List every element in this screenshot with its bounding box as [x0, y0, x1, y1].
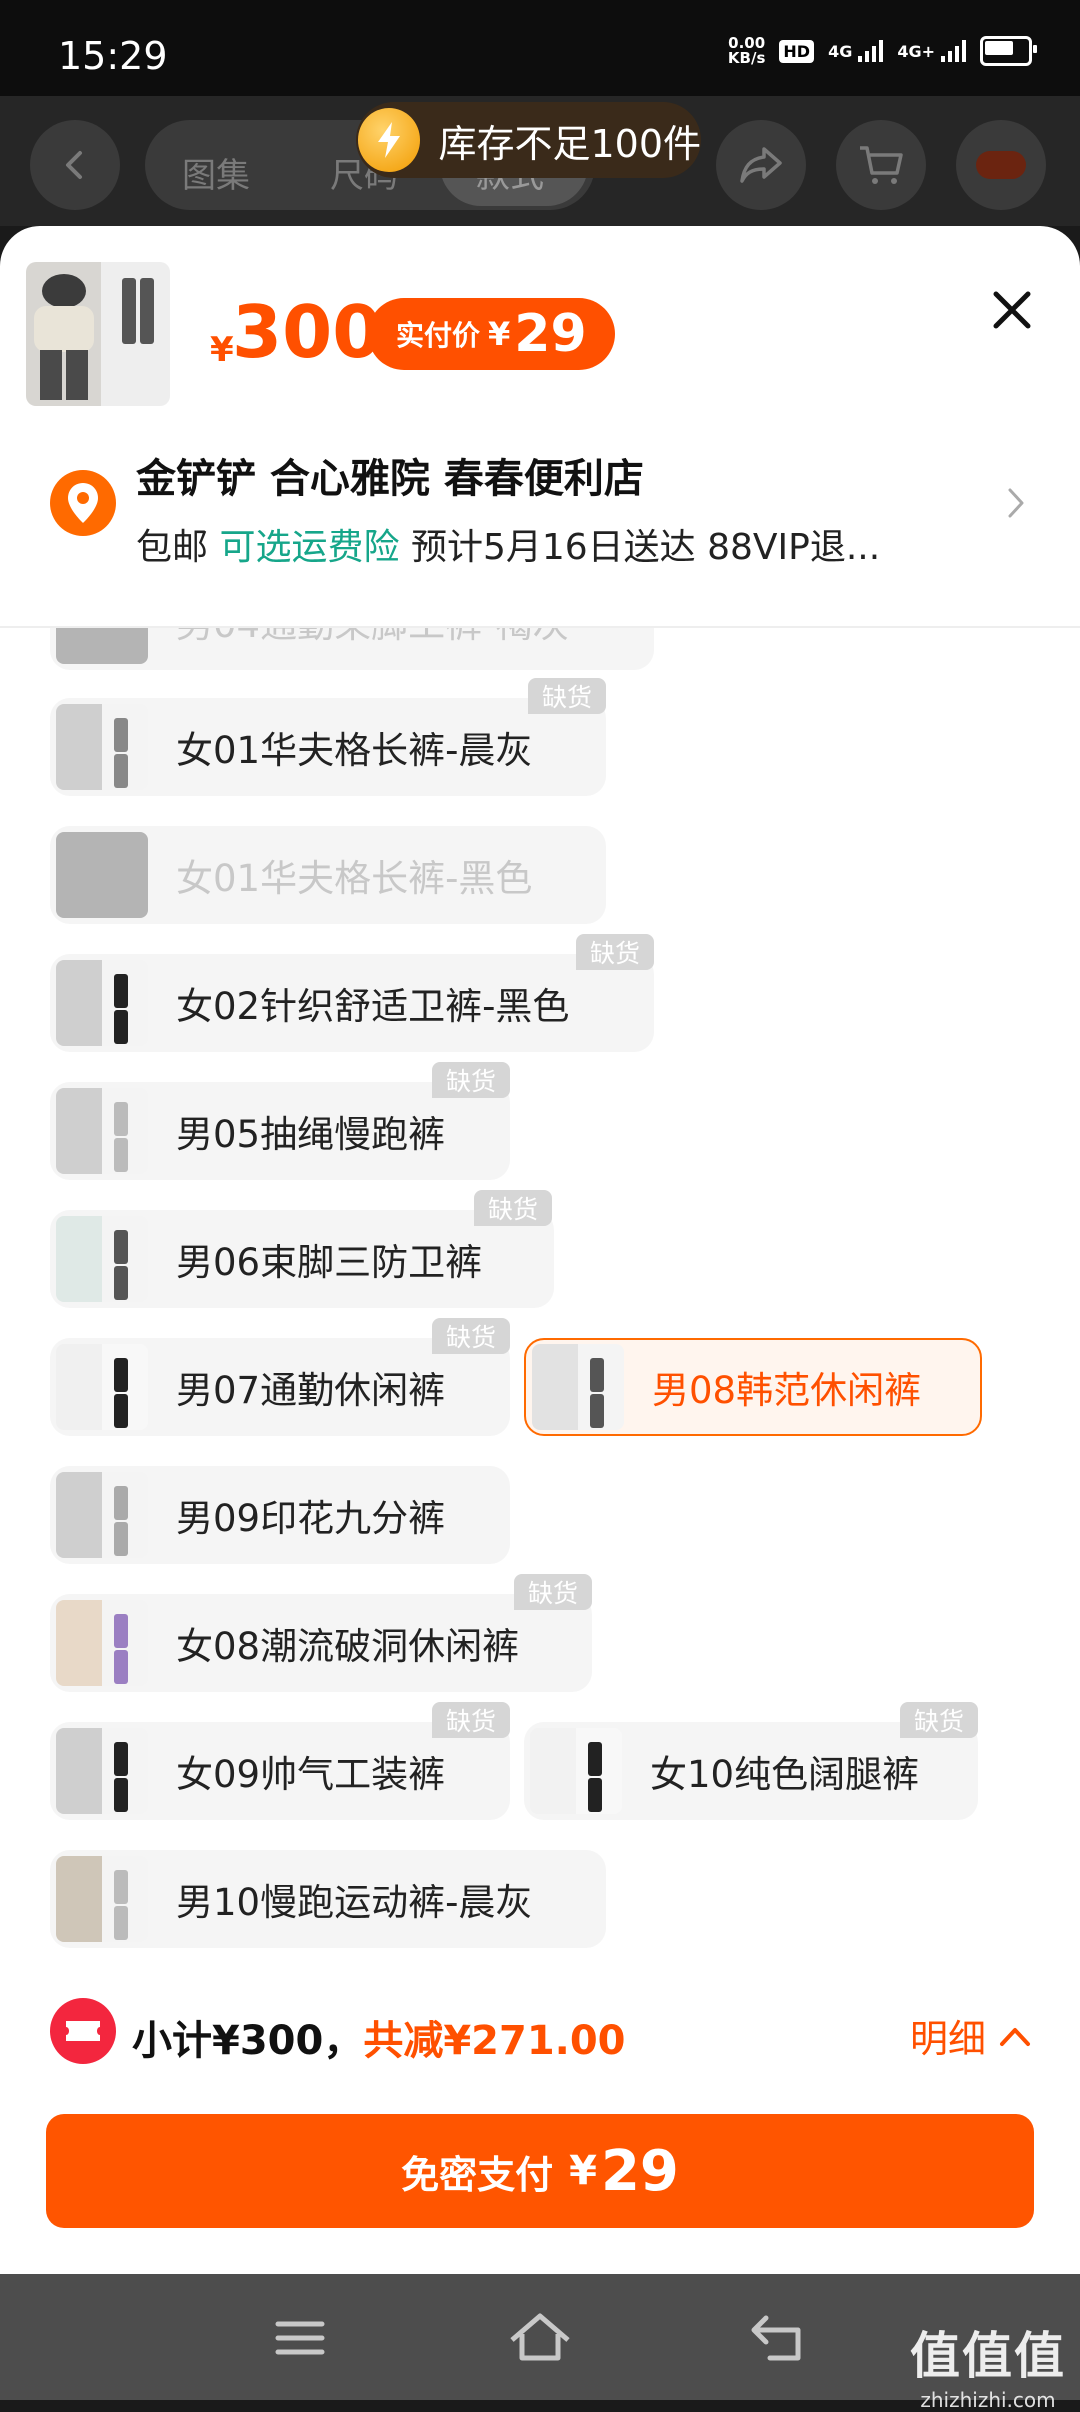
variant-thumbnail — [56, 832, 148, 918]
variant-list-inner: 男04通勤束脚工裤-褐灰 女01华夫格长裤-晨灰 缺货 女01华夫格长裤-黑色 … — [18, 628, 1064, 1968]
variant-label: 男04通勤束脚工裤-褐灰 — [176, 628, 569, 648]
sim1-label: 4G — [828, 41, 853, 61]
chevron-right-icon[interactable] — [1002, 486, 1030, 520]
price-symbol: ¥ — [210, 330, 234, 370]
close-icon[interactable] — [982, 280, 1042, 340]
variant-list[interactable]: 男04通勤束脚工裤-褐灰 女01华夫格长裤-晨灰 缺货 女01华夫格长裤-黑色 … — [0, 626, 1080, 1968]
variant-chip-selected[interactable]: 男08韩范休闲裤 — [524, 1338, 982, 1436]
variant-label: 女02针织舒适卫裤-黑色 — [176, 985, 570, 1028]
toast-text: 库存不足100件 — [438, 121, 701, 166]
watermark-url: zhizhizhi.com — [920, 2388, 1056, 2412]
variant-label: 女10纯色阔腿裤 — [650, 1753, 920, 1796]
variant-chip[interactable]: 男09印花九分裤 — [50, 1466, 510, 1564]
pay-value: 29 — [600, 2138, 679, 2204]
out-of-stock-tag: 缺货 — [432, 1062, 511, 1098]
detail-toggle[interactable]: 明细 — [910, 2008, 1032, 2063]
out-of-stock-tag: 缺货 — [432, 1702, 511, 1738]
detail-label: 明细 — [910, 2017, 987, 2061]
back-button[interactable] — [30, 120, 120, 210]
variant-chip[interactable]: 男04通勤束脚工裤-褐灰 — [50, 628, 654, 670]
out-of-stock-tag: 缺货 — [514, 1574, 593, 1610]
subtotal-text: 小计¥300， — [132, 2018, 364, 2064]
hd-icon: HD — [779, 39, 815, 63]
signal-icon — [858, 40, 884, 62]
paid-value: 29 — [514, 304, 587, 364]
coupon-icon — [50, 1998, 116, 2064]
variant-thumbnail — [56, 1472, 148, 1558]
variant-thumbnail — [56, 1344, 148, 1430]
watermark: 值值值 zhizhizhi.com — [910, 2316, 1066, 2412]
out-of-stock-tag: 缺货 — [474, 1190, 553, 1226]
share-icon — [740, 147, 782, 183]
lightning-icon — [358, 108, 421, 172]
shipping-info[interactable]: 包邮 可选运费险 预计5月16日送达 88VIP退... — [136, 518, 880, 570]
variant-chip[interactable]: 女01华夫格长裤-黑色 — [50, 826, 606, 924]
pay-label: 免密支付 — [401, 2152, 554, 2197]
variant-thumbnail — [56, 1856, 148, 1942]
price: 300 — [232, 290, 383, 374]
shipping-insurance[interactable]: 可选运费险 — [219, 527, 399, 568]
battery-icon — [980, 36, 1037, 66]
address-name[interactable]: 金铲铲 合心雅院 春春便利店 — [136, 446, 644, 504]
variant-label: 男05抽绳慢跑裤 — [176, 1113, 446, 1156]
variant-label: 女01华夫格长裤-黑色 — [176, 857, 533, 900]
out-of-stock-tag: 缺货 — [528, 678, 607, 714]
back-nav-icon[interactable] — [740, 2298, 820, 2378]
tab-gallery[interactable]: 图集 — [182, 148, 250, 197]
home-icon[interactable] — [500, 2298, 580, 2378]
out-of-stock-tag: 缺货 — [432, 1318, 511, 1354]
variant-label: 女09帅气工装裤 — [176, 1753, 446, 1796]
variant-label: 女08潮流破洞休闲裤 — [176, 1625, 520, 1668]
share-button[interactable] — [716, 120, 806, 210]
shipping-free: 包邮 — [136, 527, 209, 568]
variant-label: 男06束脚三防卫裤 — [176, 1241, 483, 1284]
more-icon — [976, 151, 1026, 179]
pay-button[interactable]: 免密支付 ¥ 29 — [46, 2114, 1034, 2228]
net-speed: 0.00 KB/s — [727, 34, 766, 67]
delivery-estimate: 预计5月16日送达 88VIP退... — [410, 527, 881, 568]
variant-thumbnail — [56, 1216, 148, 1302]
out-of-stock-tag: 缺货 — [576, 934, 655, 970]
variant-chip[interactable]: 女08潮流破洞休闲裤 — [50, 1594, 592, 1692]
variant-chip[interactable]: 男10慢跑运动裤-晨灰 — [50, 1850, 606, 1948]
variant-thumbnail — [532, 1344, 624, 1430]
variant-label: 男08韩范休闲裤 — [652, 1369, 922, 1412]
variant-chip[interactable]: 女02针织舒适卫裤-黑色 — [50, 954, 654, 1052]
variant-thumbnail — [56, 704, 148, 790]
variant-thumbnail — [56, 1600, 148, 1686]
cart-icon — [860, 146, 903, 184]
more-button[interactable] — [956, 120, 1046, 210]
variant-thumbnail — [530, 1728, 622, 1814]
watermark-logo: 值值值 — [910, 2327, 1066, 2385]
variant-chip[interactable]: 女01华夫格长裤-晨灰 — [50, 698, 606, 796]
subtotal: 小计¥300，共减¥271.00 — [132, 2008, 626, 2066]
variant-label: 男09印花九分裤 — [176, 1497, 446, 1540]
status-time: 15:29 — [58, 34, 168, 78]
paid-label: 实付价 — [396, 319, 481, 352]
variant-thumbnail — [56, 960, 148, 1046]
sim2-label: 4G+ — [897, 41, 935, 61]
product-thumbnail[interactable] — [26, 262, 170, 406]
stock-toast: 库存不足100件 — [356, 102, 701, 178]
variant-label: 男07通勤休闲裤 — [176, 1369, 446, 1412]
paid-symbol: ¥ — [488, 315, 511, 353]
menu-icon[interactable] — [260, 2298, 340, 2378]
variant-label: 女01华夫格长裤-晨灰 — [176, 729, 533, 772]
chevron-up-icon — [1000, 2027, 1031, 2046]
variant-thumbnail — [56, 628, 148, 664]
discount-text: 共减¥271.00 — [363, 2018, 626, 2064]
out-of-stock-tag: 缺货 — [900, 1702, 979, 1738]
paid-price-badge: 实付价 ¥ 29 — [368, 298, 615, 370]
back-arrow-icon — [66, 151, 82, 179]
variant-thumbnail — [56, 1088, 148, 1174]
variant-thumbnail — [56, 1728, 148, 1814]
pay-symbol: ¥ — [569, 2148, 597, 2194]
status-icons: 0.00 KB/s HD 4G 4G+ — [727, 34, 1037, 67]
signal-icon-2 — [941, 40, 966, 62]
cart-button[interactable] — [836, 120, 926, 210]
variant-label: 男10慢跑运动裤-晨灰 — [176, 1881, 533, 1924]
location-icon — [50, 470, 116, 536]
